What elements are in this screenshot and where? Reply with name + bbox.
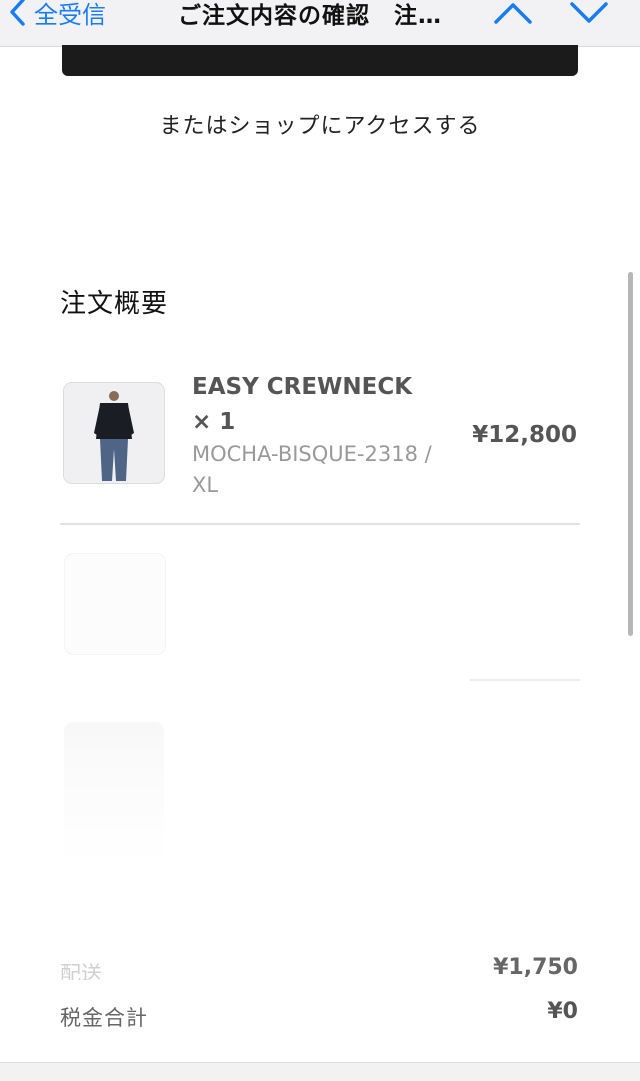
product-photo-icon: [64, 383, 164, 483]
order-summary-heading: 注文概要: [60, 289, 169, 319]
chevron-down-icon: [570, 2, 608, 23]
product-variant: MOCHA-BISQUE-2318 / XL: [192, 442, 432, 497]
divider: [60, 523, 580, 525]
tax-total-value: ¥0: [547, 999, 578, 1024]
view-order-button[interactable]: [62, 45, 578, 76]
back-label: 全受信: [34, 0, 106, 29]
mail-subject-title: ご注文内容の確認 注…: [178, 3, 442, 29]
faded-product-placeholder: [64, 553, 166, 655]
previous-message-button[interactable]: [492, 0, 534, 36]
product-name: EASY CREWNECK × 1: [192, 374, 413, 435]
shipping-value: ¥1,750: [493, 955, 578, 980]
faded-product-placeholder: [64, 722, 164, 862]
bottom-toolbar: [0, 1062, 640, 1081]
product-thumbnail: [63, 382, 165, 484]
scrollbar[interactable]: [628, 272, 633, 636]
chevron-left-icon: [10, 0, 25, 26]
tax-total-label: 税金合計: [60, 1006, 148, 1030]
product-price: ¥12,800: [472, 422, 577, 448]
mail-toolbar: 全受信 ご注文内容の確認 注…: [0, 0, 640, 47]
next-message-button[interactable]: [568, 0, 610, 36]
back-button[interactable]: 全受信: [8, 0, 106, 32]
shipping-label: 配送: [60, 962, 102, 980]
divider: [470, 679, 580, 681]
visit-shop-link[interactable]: またはショップにアクセスする: [0, 108, 640, 140]
chevron-up-icon: [494, 3, 532, 24]
